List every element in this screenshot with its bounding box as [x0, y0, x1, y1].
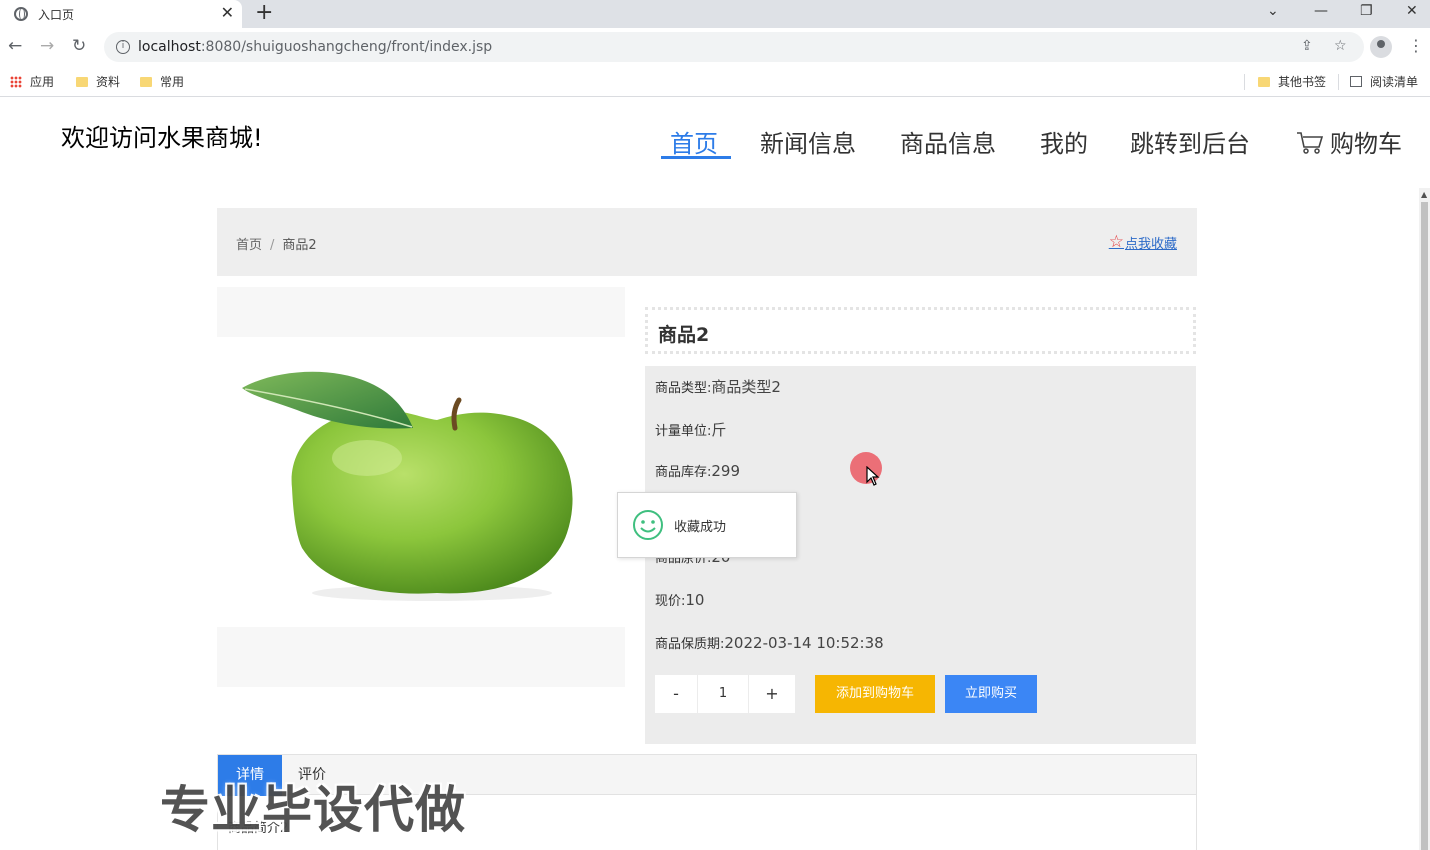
folder-icon — [76, 76, 88, 87]
product-image — [217, 348, 625, 618]
url-host: localhost — [138, 39, 201, 55]
tab-close-icon[interactable]: ✕ — [221, 3, 234, 22]
info-value: 斤 — [711, 421, 727, 439]
info-value: 10 — [685, 591, 705, 609]
bookmark-label: 应用 — [30, 75, 55, 89]
info-label: 商品库存: — [655, 465, 712, 480]
bookmarks-bar: 应用 资料 常用 其他书签 阅读清单 — [0, 66, 1430, 97]
browser-tabbar: 入口页 ✕ + ⌄ — ❐ ✕ — [0, 0, 1430, 28]
apps-grid-icon — [10, 75, 22, 88]
bookmark-folder-changyong[interactable]: 常用 — [140, 73, 184, 90]
other-bookmarks[interactable]: 其他书签 — [1258, 73, 1326, 90]
restore-icon[interactable]: ❐ — [1360, 0, 1373, 22]
image-carousel-top — [217, 287, 625, 337]
info-row-stock: 商品库存:299 — [655, 461, 740, 480]
quantity-plus-button[interactable]: + — [749, 675, 795, 713]
reading-list-icon — [1350, 76, 1362, 87]
bookmark-label: 资料 — [96, 75, 121, 89]
forward-icon[interactable]: → — [40, 36, 54, 56]
nav-mine[interactable]: 我的 — [1040, 124, 1088, 159]
favorite-label: 点我收藏 — [1124, 236, 1177, 252]
buy-now-button[interactable]: 立即购买 — [945, 675, 1037, 713]
address-bar[interactable]: i localhost:8080/shuiguoshangcheng/front… — [104, 32, 1364, 62]
folder-icon — [140, 76, 152, 87]
page-scrollbar[interactable]: ▲ — [1419, 188, 1430, 850]
profile-avatar[interactable] — [1370, 36, 1392, 58]
bookmark-star-icon[interactable]: ☆ — [1334, 38, 1347, 54]
info-row-shelf-life: 商品保质期:2022-03-14 10:52:38 — [655, 633, 884, 652]
nav-news[interactable]: 新闻信息 — [760, 124, 856, 159]
smile-icon — [633, 510, 663, 540]
star-icon: ☆ — [1108, 232, 1124, 252]
info-row-price: 现价:10 — [655, 590, 704, 609]
info-value: 299 — [711, 462, 741, 480]
bookmark-apps[interactable]: 应用 — [10, 73, 54, 90]
info-label: 现价: — [655, 594, 686, 609]
browser-menu-icon[interactable]: ⋮ — [1408, 36, 1424, 55]
reading-list[interactable]: 阅读清单 — [1350, 73, 1418, 90]
image-carousel-bottom — [217, 627, 625, 687]
reading-list-label: 阅读清单 — [1370, 75, 1419, 89]
nav-home[interactable]: 首页 — [670, 124, 718, 159]
add-to-cart-button[interactable]: 添加到购物车 — [815, 675, 935, 713]
breadcrumb-bar: 首页 / 商品2 ☆ 点我收藏 — [217, 208, 1197, 276]
window-close-icon[interactable]: ✕ — [1406, 0, 1418, 22]
other-bookmarks-label: 其他书签 — [1278, 75, 1327, 89]
info-value: 商品类型2 — [711, 378, 781, 396]
product-title: 商品2 — [645, 307, 1196, 354]
watermark-text: 专业毕设代做 — [160, 781, 466, 839]
globe-icon — [14, 7, 28, 21]
breadcrumb: 首页 / 商品2 — [236, 234, 317, 253]
mouse-cursor-icon — [866, 466, 880, 486]
info-label: 计量单位: — [655, 424, 712, 439]
tab-title: 入口页 — [38, 7, 75, 22]
tab-search-icon[interactable]: ⌄ — [1267, 0, 1279, 22]
info-label: 商品保质期: — [655, 637, 725, 652]
quantity-input[interactable]: 1 — [698, 675, 748, 713]
site-info-icon[interactable]: i — [116, 40, 130, 54]
url-path: :8080/shuiguoshangcheng/front/index.jsp — [200, 39, 493, 55]
scroll-up-icon[interactable]: ▲ — [1421, 190, 1427, 199]
favorite-link[interactable]: ☆ 点我收藏 — [1109, 232, 1177, 252]
nav-products[interactable]: 商品信息 — [900, 124, 996, 159]
info-row-type: 商品类型:商品类型2 — [655, 376, 781, 397]
info-value: 2022-03-14 10:52:38 — [724, 634, 884, 652]
folder-icon — [1258, 76, 1270, 87]
browser-toolbar: ← → ↻ i localhost:8080/shuiguoshangcheng… — [0, 28, 1430, 66]
back-icon[interactable]: ← — [8, 36, 22, 56]
toast-text: 收藏成功 — [674, 519, 727, 535]
share-icon[interactable]: ⇪ — [1301, 38, 1313, 54]
page: 欢迎访问水果商城! 首页 新闻信息 商品信息 我的 跳转到后台 购物车 ▲ 首页… — [0, 98, 1430, 850]
site-welcome: 欢迎访问水果商城! — [61, 124, 263, 152]
info-row-unit: 计量单位:斤 — [655, 419, 726, 440]
reload-icon[interactable]: ↻ — [72, 36, 86, 56]
nav-cart[interactable]: 购物车 — [1296, 124, 1402, 159]
bookmark-divider — [1338, 74, 1339, 90]
browser-tab[interactable]: 入口页 ✕ — [0, 0, 242, 28]
minimize-icon[interactable]: — — [1314, 0, 1328, 22]
nav-active-indicator — [661, 156, 731, 159]
breadcrumb-home[interactable]: 首页 — [236, 238, 262, 253]
nav-cart-label: 购物车 — [1330, 130, 1402, 158]
scrollbar-thumb[interactable] — [1421, 202, 1428, 850]
bookmark-label: 常用 — [160, 75, 185, 89]
info-label: 商品类型: — [655, 381, 712, 396]
nav-admin[interactable]: 跳转到后台 — [1130, 124, 1250, 159]
cart-icon — [1296, 131, 1324, 154]
bookmark-divider — [1244, 74, 1245, 90]
toast-message: 收藏成功 — [617, 492, 797, 558]
bookmark-folder-ziliao[interactable]: 资料 — [76, 73, 120, 90]
quantity-minus-button[interactable]: - — [655, 675, 697, 713]
breadcrumb-current: 商品2 — [282, 238, 317, 253]
new-tab-button[interactable]: + — [255, 0, 273, 26]
breadcrumb-separator: / — [270, 238, 275, 253]
